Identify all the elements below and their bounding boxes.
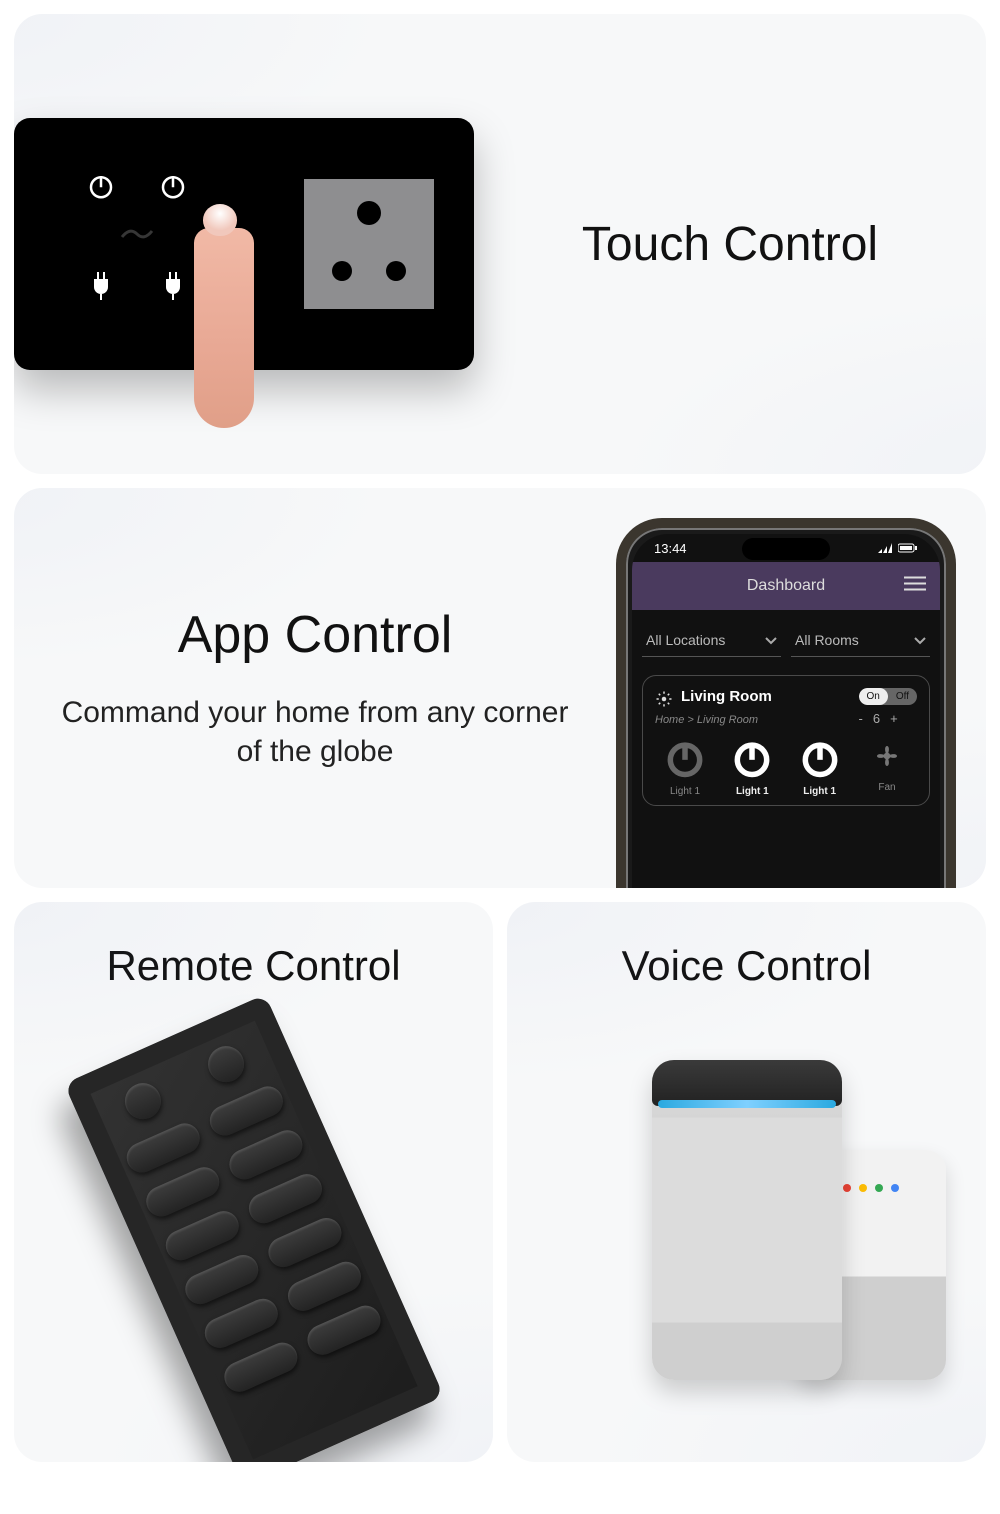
device-light[interactable]: Light 1 — [655, 736, 715, 797]
app-control-subtitle: Command your home from any corner of the… — [54, 693, 576, 771]
amazon-echo-speaker — [652, 1060, 842, 1380]
device-light[interactable]: Light 1 — [790, 736, 850, 797]
brand-logo-icon — [120, 225, 154, 248]
rooms-label: All Rooms — [795, 632, 859, 648]
voice-control-title: Voice Control — [507, 942, 986, 990]
device-row: Light 1 Light 1 Light 1 Fan — [655, 736, 917, 797]
touch-control-card: Touch Control — [14, 14, 986, 474]
smart-speakers-illustration — [507, 1020, 986, 1380]
power-icon — [158, 171, 188, 201]
device-fan[interactable]: Fan — [857, 736, 917, 797]
app-screen-title: Dashboard — [747, 577, 825, 595]
minus-icon[interactable]: - — [859, 711, 863, 726]
fan-icon — [867, 736, 907, 776]
signal-icon — [878, 541, 892, 556]
fan-speed-stepper[interactable]: - 6 + — [859, 711, 918, 726]
gear-icon[interactable] — [655, 690, 673, 712]
app-control-title: App Control — [54, 605, 576, 665]
device-light[interactable]: Light 1 — [722, 736, 782, 797]
remote-control-card: Remote Control — [14, 902, 493, 1462]
phone-notch — [742, 538, 830, 560]
hamburger-icon[interactable] — [904, 576, 926, 597]
locations-label: All Locations — [646, 632, 725, 648]
remote-illustration — [64, 994, 444, 1462]
remote-control-title: Remote Control — [14, 942, 493, 990]
room-toggle[interactable]: On Off — [859, 688, 918, 705]
room-card: Living Room Home > Living Room On Off - … — [642, 675, 930, 806]
chevron-down-icon — [914, 632, 926, 648]
plus-icon[interactable]: + — [890, 711, 898, 726]
room-name: Living Room — [681, 688, 772, 705]
phone-statusbar: 13:44 — [632, 534, 940, 562]
plug-icon — [89, 272, 113, 300]
smart-switch-panel — [14, 118, 474, 370]
touch-control-title: Touch Control — [474, 217, 986, 272]
room-breadcrumb: Home > Living Room — [655, 714, 772, 726]
phone-mockup: 13:44 Dashboard All Locations — [616, 518, 956, 888]
battery-icon — [898, 541, 918, 556]
app-header: Dashboard — [632, 562, 940, 610]
chevron-down-icon — [765, 632, 777, 648]
app-control-card: App Control Command your home from any c… — [14, 488, 986, 888]
plug-icon — [161, 272, 185, 300]
phone-time: 13:44 — [654, 541, 687, 556]
power-icon — [86, 171, 116, 201]
power-socket — [304, 179, 434, 309]
locations-dropdown[interactable]: All Locations — [642, 624, 781, 657]
rooms-dropdown[interactable]: All Rooms — [791, 624, 930, 657]
voice-control-card: Voice Control — [507, 902, 986, 1462]
